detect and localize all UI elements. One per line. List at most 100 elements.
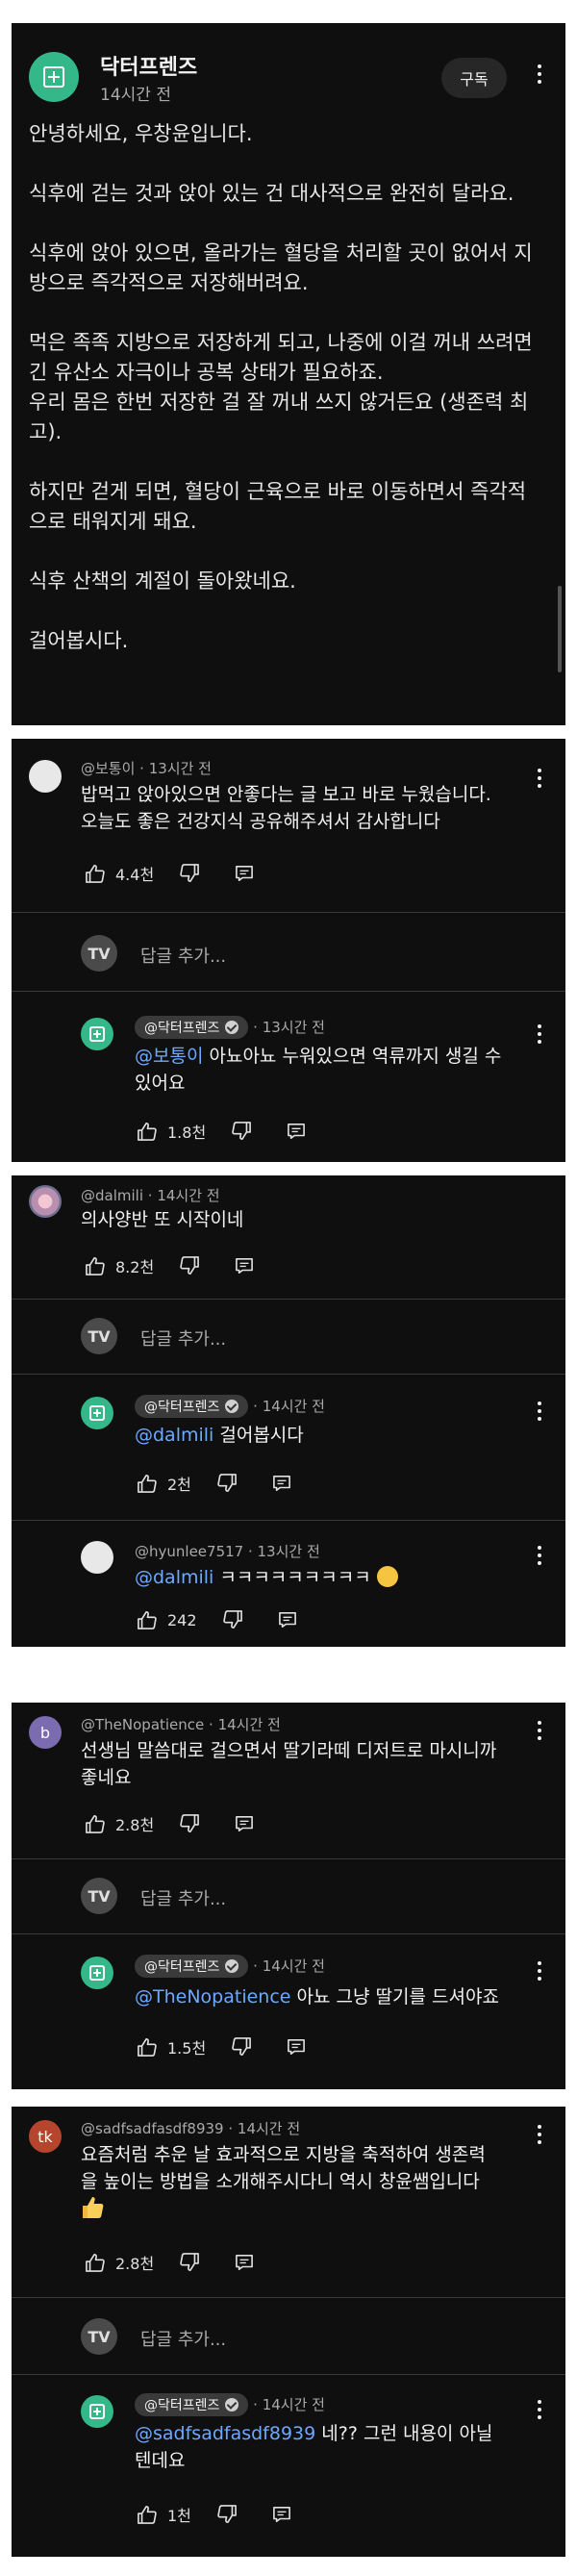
channel-avatar[interactable] bbox=[81, 1957, 113, 1989]
dislike-icon[interactable] bbox=[216, 1474, 238, 1493]
creator-badge[interactable]: @닥터프렌즈 bbox=[135, 1395, 249, 1418]
dislike-icon[interactable] bbox=[179, 864, 200, 883]
commenter-avatar[interactable]: tk bbox=[29, 2120, 62, 2153]
reply-icon[interactable] bbox=[235, 1257, 254, 1275]
like-icon[interactable] bbox=[85, 2253, 106, 2272]
like-icon[interactable] bbox=[85, 1256, 106, 1275]
divider bbox=[12, 1299, 565, 1300]
comment-thread: tk @sadfsadfasdf8939 · 14시간 전 요즘처럼 추운 날 … bbox=[12, 2107, 565, 2557]
community-post-card: 닥터프렌즈 14시간 전 구독 안녕하세요, 우창윤입니다. 식후에 걷는 것과… bbox=[12, 23, 565, 725]
like-icon[interactable] bbox=[85, 864, 106, 883]
like-icon[interactable] bbox=[137, 1610, 158, 1629]
commenter-avatar[interactable] bbox=[29, 760, 62, 793]
reply-header: @hyunlee7517 · 13시간 전 bbox=[135, 1543, 320, 1560]
like-count: 4.4천 bbox=[115, 866, 155, 884]
commenter-avatar[interactable]: b bbox=[29, 1716, 62, 1749]
divider bbox=[12, 1374, 565, 1375]
comment-author[interactable]: @TheNopatience bbox=[81, 1716, 204, 1733]
reply-icon[interactable] bbox=[235, 2254, 254, 2271]
reply-icon[interactable] bbox=[272, 2506, 291, 2523]
dislike-icon[interactable] bbox=[179, 2253, 200, 2272]
mention-link[interactable]: @보통이 bbox=[135, 1046, 203, 1067]
comment-author[interactable]: @sadfsadfasdf8939 bbox=[81, 2120, 224, 2137]
reply-actions: 1.8천 bbox=[137, 1120, 306, 1143]
dislike-icon[interactable] bbox=[222, 1610, 243, 1629]
reply-actions: 242 bbox=[137, 1610, 297, 1629]
creator-badge[interactable]: @닥터프렌즈 bbox=[135, 1955, 249, 1978]
comment-actions: 2.8천 bbox=[85, 2251, 254, 2274]
like-count: 242 bbox=[167, 1610, 197, 1629]
creator-badge[interactable]: @닥터프렌즈 bbox=[135, 1016, 249, 1039]
reply-icon[interactable] bbox=[278, 1611, 297, 1629]
mention-link[interactable]: @TheNopatience bbox=[135, 1986, 290, 2008]
reply-text: @dalmili 걸어봅시다 bbox=[135, 1425, 304, 1446]
comment-time: 14시간 전 bbox=[237, 2120, 301, 2137]
like-icon[interactable] bbox=[137, 1122, 158, 1141]
comment-author[interactable]: @dalmili bbox=[81, 1187, 143, 1204]
divider bbox=[12, 912, 565, 913]
dislike-icon[interactable] bbox=[216, 2505, 238, 2524]
dislike-icon[interactable] bbox=[179, 1256, 200, 1275]
verified-icon bbox=[225, 1021, 239, 1034]
reply-time: 13시간 전 bbox=[257, 1543, 320, 1560]
more-options-icon[interactable] bbox=[537, 1543, 542, 1568]
comment-author[interactable]: @보통이 bbox=[81, 760, 135, 777]
channel-avatar[interactable] bbox=[29, 52, 79, 102]
dislike-icon[interactable] bbox=[179, 1814, 200, 1833]
more-options-icon[interactable] bbox=[537, 1718, 542, 1743]
post-paragraph: 식후에 걷는 것과 앉아 있는 건 대사적으로 완전히 달라요. bbox=[29, 182, 514, 205]
more-options-icon[interactable] bbox=[537, 1958, 542, 1983]
reply-icon[interactable] bbox=[272, 1475, 291, 1492]
reply-icon[interactable] bbox=[287, 2038, 306, 2056]
like-count: 2천 bbox=[167, 1476, 191, 1494]
reply-header: @닥터프렌즈 · 14시간 전 bbox=[135, 1955, 325, 1978]
reply-icon[interactable] bbox=[235, 865, 254, 882]
plus-square-icon bbox=[89, 1965, 105, 1981]
more-options-icon[interactable] bbox=[537, 2397, 542, 2422]
like-icon[interactable] bbox=[137, 2505, 158, 2524]
commenter-avatar[interactable] bbox=[29, 1185, 62, 1218]
scrollbar[interactable] bbox=[558, 586, 562, 672]
more-options-icon[interactable] bbox=[537, 1399, 542, 1424]
more-options-icon[interactable] bbox=[537, 2122, 542, 2147]
add-reply-input[interactable]: 답글 추가... bbox=[140, 2326, 226, 2351]
channel-name[interactable]: 닥터프렌즈 bbox=[100, 50, 197, 81]
comment-thread: @dalmili · 14시간 전 의사양반 또 시작이네 8.2천 TV 답글… bbox=[12, 1175, 565, 1647]
dislike-icon[interactable] bbox=[231, 2037, 252, 2057]
reply-icon[interactable] bbox=[287, 1123, 306, 1140]
reply-author[interactable]: @hyunlee7517 bbox=[135, 1543, 243, 1560]
divider bbox=[12, 2374, 565, 2375]
post-time: 14시간 전 bbox=[100, 86, 171, 105]
like-icon[interactable] bbox=[137, 1474, 158, 1493]
mention-link[interactable]: @dalmili bbox=[135, 1425, 213, 1446]
add-reply-input[interactable]: 답글 추가... bbox=[140, 1326, 226, 1351]
channel-avatar[interactable] bbox=[81, 1018, 113, 1050]
comment-header: @sadfsadfasdf8939 · 14시간 전 bbox=[81, 2120, 301, 2137]
plus-square-icon bbox=[89, 2404, 105, 2419]
comment-time: 14시간 전 bbox=[157, 1187, 220, 1204]
subscribe-button[interactable]: 구독 bbox=[441, 58, 507, 98]
reply-header: @닥터프렌즈 · 14시간 전 bbox=[135, 1395, 325, 1418]
more-options-icon[interactable] bbox=[537, 62, 542, 87]
channel-avatar[interactable] bbox=[81, 2395, 113, 2428]
like-icon[interactable] bbox=[85, 1814, 106, 1833]
mention-link[interactable]: @sadfsadfasdf8939 bbox=[135, 2423, 315, 2444]
add-reply-input[interactable]: 답글 추가... bbox=[140, 943, 226, 968]
more-options-icon[interactable] bbox=[537, 766, 542, 791]
like-count: 2.8천 bbox=[115, 2255, 155, 2273]
comment-time: 13시간 전 bbox=[148, 760, 212, 777]
like-count: 2.8천 bbox=[115, 1816, 155, 1834]
comment-header: @TheNopatience · 14시간 전 bbox=[81, 1716, 281, 1733]
dislike-icon[interactable] bbox=[231, 1122, 252, 1141]
mention-link[interactable]: @dalmili bbox=[135, 1567, 213, 1588]
divider bbox=[12, 2297, 565, 2298]
channel-avatar[interactable] bbox=[81, 1397, 113, 1429]
add-reply-input[interactable]: 답글 추가... bbox=[140, 1885, 226, 1910]
creator-badge[interactable]: @닥터프렌즈 bbox=[135, 2393, 249, 2416]
verified-icon bbox=[225, 1400, 239, 1413]
reply-icon[interactable] bbox=[235, 1815, 254, 1832]
commenter-avatar[interactable] bbox=[81, 1541, 113, 1574]
thumbs-up-emoji-icon bbox=[83, 2197, 104, 2218]
comment-header: @dalmili · 14시간 전 bbox=[81, 1187, 220, 1204]
like-icon[interactable] bbox=[137, 2037, 158, 2057]
